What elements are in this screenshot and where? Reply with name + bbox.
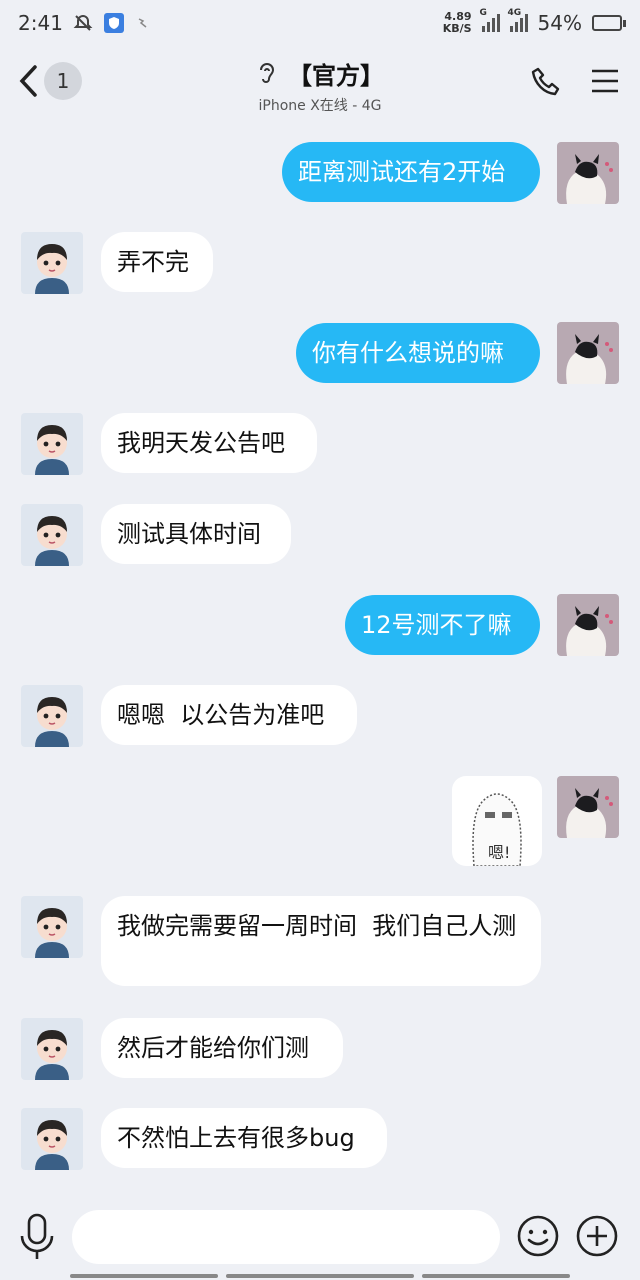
gesture-icon	[138, 18, 147, 28]
network-speed: 4.89 KB/S	[442, 10, 472, 35]
device-status: iPhone X在线 - 4G	[258, 98, 382, 114]
battery-percent: 54%	[537, 11, 582, 35]
message-incoming: 然后才能给你们测	[0, 1018, 640, 1088]
boy-avatar-image	[21, 1108, 83, 1170]
microphone-icon[interactable]	[18, 1212, 56, 1262]
bell-muted-icon	[73, 14, 93, 31]
message-bubble[interactable]: 你有什么想说的嘛	[296, 323, 540, 383]
message-input[interactable]	[72, 1210, 500, 1264]
message-bubble[interactable]: 12号测不了嘛	[345, 595, 540, 655]
message-bubble[interactable]: 弄不完	[101, 232, 213, 292]
boy-avatar-image	[21, 232, 83, 294]
message-outgoing: 12号测不了嘛	[0, 594, 640, 664]
shield-icon	[103, 13, 124, 33]
phone-icon[interactable]	[530, 66, 562, 98]
chat-header: 1 【官方】 iPhone X在线 - 4G	[0, 46, 640, 122]
message-outgoing: 嗯!	[0, 776, 640, 871]
battery-icon	[592, 15, 626, 31]
message-bubble[interactable]: 然后才能给你们测	[101, 1018, 343, 1078]
boy-avatar-image	[21, 685, 83, 747]
boy-avatar-image	[21, 1018, 83, 1080]
status-time: 2:41	[18, 11, 63, 35]
my-avatar[interactable]	[557, 594, 619, 656]
chat-title: 【官方】	[288, 62, 384, 90]
message-incoming: 弄不完	[0, 232, 640, 302]
navigation-bar-hint	[0, 1274, 640, 1280]
message-bubble[interactable]: 我做完需要留一周时间 我们自己人测	[101, 896, 541, 986]
contact-avatar[interactable]	[21, 1018, 83, 1080]
message-bubble[interactable]: 我明天发公告吧	[101, 413, 317, 473]
boy-avatar-image	[21, 896, 83, 958]
contact-avatar[interactable]	[21, 504, 83, 566]
message-incoming: 测试具体时间	[0, 504, 640, 574]
ghost-sticker-image: 嗯!	[472, 793, 522, 866]
plus-icon[interactable]	[575, 1214, 619, 1258]
status-bar: 2:41 4.89 KB/S G 4G 54%	[0, 0, 640, 46]
boy-avatar-image	[21, 504, 83, 566]
my-avatar[interactable]	[557, 142, 619, 204]
boy-avatar-image	[21, 413, 83, 475]
emoji-icon[interactable]	[516, 1214, 560, 1258]
contact-avatar[interactable]	[21, 1108, 83, 1170]
message-bubble[interactable]: 距离测试还有2开始	[282, 142, 540, 202]
message-bubble[interactable]: 不然怕上去有很多bug	[101, 1108, 387, 1168]
signal-4g-icon: 4G	[508, 8, 528, 32]
message-outgoing: 你有什么想说的嘛	[0, 322, 640, 392]
cat-avatar-image	[557, 776, 619, 838]
cat-avatar-image	[557, 322, 619, 384]
contact-avatar[interactable]	[21, 232, 83, 294]
contact-avatar[interactable]	[21, 896, 83, 958]
message-outgoing: 距离测试还有2开始	[0, 122, 640, 208]
message-incoming: 我做完需要留一周时间 我们自己人测	[0, 896, 640, 996]
contact-avatar[interactable]	[21, 413, 83, 475]
cat-avatar-image	[557, 142, 619, 204]
cat-avatar-image	[557, 594, 619, 656]
menu-icon[interactable]	[590, 68, 620, 94]
my-avatar[interactable]	[557, 776, 619, 838]
message-incoming: 我明天发公告吧	[0, 413, 640, 483]
signal-icon: G	[480, 8, 500, 32]
message-bubble[interactable]: 测试具体时间	[101, 504, 291, 564]
input-bar	[0, 1196, 640, 1280]
message-bubble[interactable]: 嗯嗯 以公告为准吧	[101, 685, 357, 745]
message-incoming: 嗯嗯 以公告为准吧	[0, 685, 640, 755]
my-avatar[interactable]	[557, 322, 619, 384]
sticker-message[interactable]: 嗯!	[452, 776, 542, 866]
ear-icon	[260, 62, 275, 83]
contact-avatar[interactable]	[21, 685, 83, 747]
message-incoming: 不然怕上去有很多bug	[0, 1108, 640, 1178]
svg-text:嗯!: 嗯!	[488, 843, 510, 862]
